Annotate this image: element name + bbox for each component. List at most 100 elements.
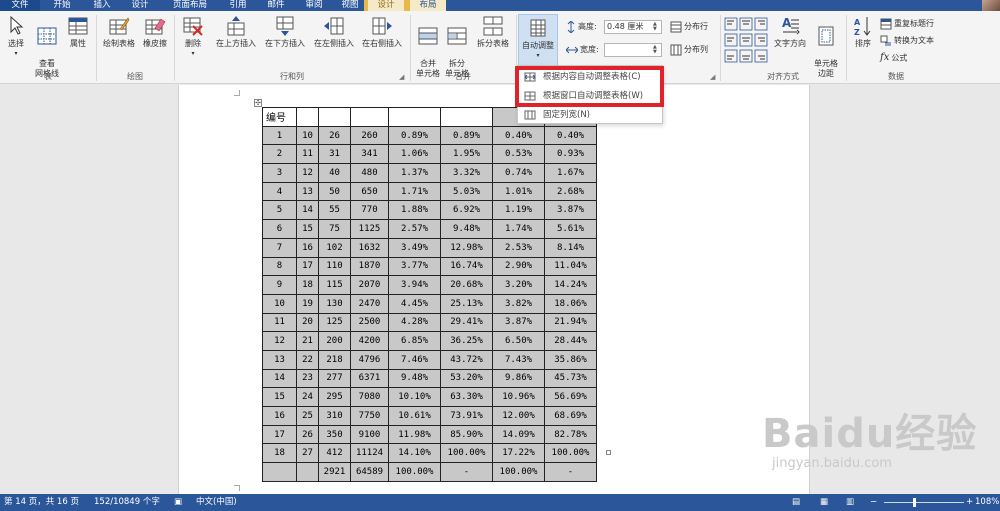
table-cell[interactable]: 16 bbox=[296, 237, 319, 258]
table-cell[interactable]: 5.61% bbox=[544, 219, 597, 239]
table-cell[interactable]: 7.46% bbox=[388, 349, 441, 370]
zoom-level[interactable]: 108% bbox=[975, 494, 999, 511]
zoom-slider[interactable] bbox=[884, 502, 964, 503]
table-cell[interactable]: 85.90% bbox=[440, 424, 493, 445]
table-cell[interactable]: 200 bbox=[318, 331, 351, 351]
table-cell[interactable]: - bbox=[440, 462, 493, 482]
read-mode-icon[interactable]: ▤ bbox=[792, 494, 800, 511]
table-cell[interactable]: 9100 bbox=[350, 424, 389, 445]
table-cell[interactable]: 277 bbox=[318, 368, 351, 389]
table-cell[interactable] bbox=[262, 462, 297, 482]
table-cell[interactable]: 20.68% bbox=[440, 275, 493, 295]
table-cell[interactable]: 53.20% bbox=[440, 368, 493, 389]
table-cell[interactable]: 13 bbox=[296, 181, 319, 202]
table-cell[interactable]: 10.10% bbox=[388, 387, 441, 407]
table-cell[interactable]: 9.48% bbox=[440, 219, 493, 239]
merge-cells-button[interactable]: 合并 单元格 bbox=[414, 15, 442, 79]
table-cell[interactable] bbox=[296, 462, 319, 482]
web-layout-icon[interactable]: ▥ bbox=[846, 494, 854, 511]
table-cell[interactable]: 6.50% bbox=[492, 331, 545, 351]
table-cell[interactable]: 36.25% bbox=[440, 331, 493, 351]
table-cell[interactable]: 68.69% bbox=[544, 406, 597, 426]
table-cell[interactable]: 28.44% bbox=[544, 331, 597, 351]
table-cell[interactable]: 1870 bbox=[350, 256, 389, 277]
table-cell[interactable]: 26 bbox=[318, 125, 351, 146]
table-cell[interactable] bbox=[440, 107, 493, 127]
table-cell[interactable]: 3.94% bbox=[388, 275, 441, 295]
table-cell[interactable]: 0.53% bbox=[492, 144, 545, 165]
sort-button[interactable]: AZ 排序 bbox=[850, 15, 876, 49]
cell-margins-button[interactable]: 单元格 边距 bbox=[810, 15, 842, 79]
tab-mailings[interactable]: 邮件 bbox=[260, 0, 292, 11]
dialog-launcher-icon[interactable]: ◢ bbox=[710, 73, 715, 81]
table-cell[interactable]: 31 bbox=[318, 144, 351, 165]
table-cell[interactable]: 0.89% bbox=[440, 125, 493, 146]
table-cell[interactable]: 1125 bbox=[350, 219, 389, 239]
table-cell[interactable]: 260 bbox=[350, 125, 389, 146]
table-cell[interactable]: 14.09% bbox=[492, 424, 545, 445]
table-cell[interactable]: 0.40% bbox=[544, 125, 597, 146]
table-cell[interactable]: 8 bbox=[262, 256, 297, 277]
delete-button[interactable]: 删除 ▾ bbox=[180, 15, 206, 59]
spinner-icon[interactable]: ▲ ▼ bbox=[653, 22, 660, 32]
distribute-rows-button[interactable]: 分布行 bbox=[670, 20, 708, 34]
table-cell[interactable]: 310 bbox=[318, 406, 351, 426]
table-cell[interactable]: 1.19% bbox=[492, 200, 545, 221]
tab-home[interactable]: 开始 bbox=[46, 0, 78, 11]
table-cell[interactable]: 3.49% bbox=[388, 237, 441, 258]
table-cell[interactable]: 1.01% bbox=[492, 181, 545, 202]
table-cell[interactable]: 11.98% bbox=[388, 424, 441, 445]
table-cell[interactable]: 7 bbox=[262, 237, 297, 258]
table-cell[interactable]: 3.20% bbox=[492, 275, 545, 295]
table-cell[interactable]: 218 bbox=[318, 349, 351, 370]
table-cell[interactable]: 12.98% bbox=[440, 237, 493, 258]
tab-file[interactable]: 文件 bbox=[0, 0, 40, 11]
table-cell[interactable]: 350 bbox=[318, 424, 351, 445]
draw-table-button[interactable]: 绘制表格 bbox=[100, 15, 138, 49]
table-cell[interactable]: 5 bbox=[262, 200, 297, 221]
table-cell[interactable]: 17 bbox=[296, 256, 319, 277]
table-cell[interactable]: 2.90% bbox=[492, 256, 545, 277]
table-cell[interactable]: 1632 bbox=[350, 237, 389, 258]
repeat-header-rows-button[interactable]: 重复标题行 bbox=[880, 17, 934, 31]
table-cell[interactable]: 0.40% bbox=[492, 125, 545, 146]
table-cell[interactable]: 15 bbox=[262, 387, 297, 407]
table-cell[interactable]: 341 bbox=[350, 144, 389, 165]
table-cell[interactable]: 73.91% bbox=[440, 406, 493, 426]
table-cell[interactable]: 11 bbox=[296, 144, 319, 165]
table-cell[interactable]: 11.04% bbox=[544, 256, 597, 277]
table-cell[interactable]: 110 bbox=[318, 256, 351, 277]
page-count[interactable]: 第 14 页，共 16 页 bbox=[4, 494, 79, 511]
table-cell[interactable]: 12 bbox=[296, 163, 319, 183]
table-cell[interactable]: 4.45% bbox=[388, 293, 441, 314]
table-cell[interactable]: 29.41% bbox=[440, 312, 493, 333]
select-button[interactable]: 选择 ▾ bbox=[4, 15, 28, 59]
table-cell[interactable]: 45.73% bbox=[544, 368, 597, 389]
table-cell[interactable]: 2.57% bbox=[388, 219, 441, 239]
table-cell[interactable]: 6 bbox=[262, 219, 297, 239]
distribute-columns-button[interactable]: 分布列 bbox=[670, 43, 708, 57]
table-cell[interactable]: 5.03% bbox=[440, 181, 493, 202]
table-cell[interactable]: 100.00% bbox=[544, 443, 597, 464]
table-cell[interactable]: 100.00% bbox=[492, 462, 545, 482]
insert-left-button[interactable]: 在左侧插入 bbox=[310, 15, 358, 49]
table-cell[interactable]: 2 bbox=[262, 144, 297, 165]
table-cell[interactable]: 10 bbox=[296, 125, 319, 146]
convert-to-text-button[interactable]: 转换为文本 bbox=[880, 34, 934, 48]
tab-insert[interactable]: 插入 bbox=[86, 0, 118, 11]
table-cell[interactable]: 12 bbox=[262, 331, 297, 351]
table-cell[interactable]: 3 bbox=[262, 163, 297, 183]
menu-item-fixed-column-width[interactable]: 固定列宽(N) bbox=[518, 107, 662, 123]
table-cell[interactable]: 1.74% bbox=[492, 219, 545, 239]
table-cell[interactable]: 2.53% bbox=[492, 237, 545, 258]
autofit-button[interactable]: 自动调整 ▾ bbox=[518, 14, 558, 66]
zoom-in-icon[interactable]: + bbox=[966, 494, 973, 511]
table-cell[interactable]: 0.93% bbox=[544, 144, 597, 165]
table-cell[interactable]: 6371 bbox=[350, 368, 389, 389]
table-cell[interactable]: 1.67% bbox=[544, 163, 597, 183]
table-cell[interactable]: 11124 bbox=[350, 443, 389, 464]
table-cell[interactable]: 125 bbox=[318, 312, 351, 333]
table-cell[interactable]: 0.74% bbox=[492, 163, 545, 183]
table-cell[interactable]: 21 bbox=[296, 331, 319, 351]
table-cell[interactable]: 24 bbox=[296, 387, 319, 407]
